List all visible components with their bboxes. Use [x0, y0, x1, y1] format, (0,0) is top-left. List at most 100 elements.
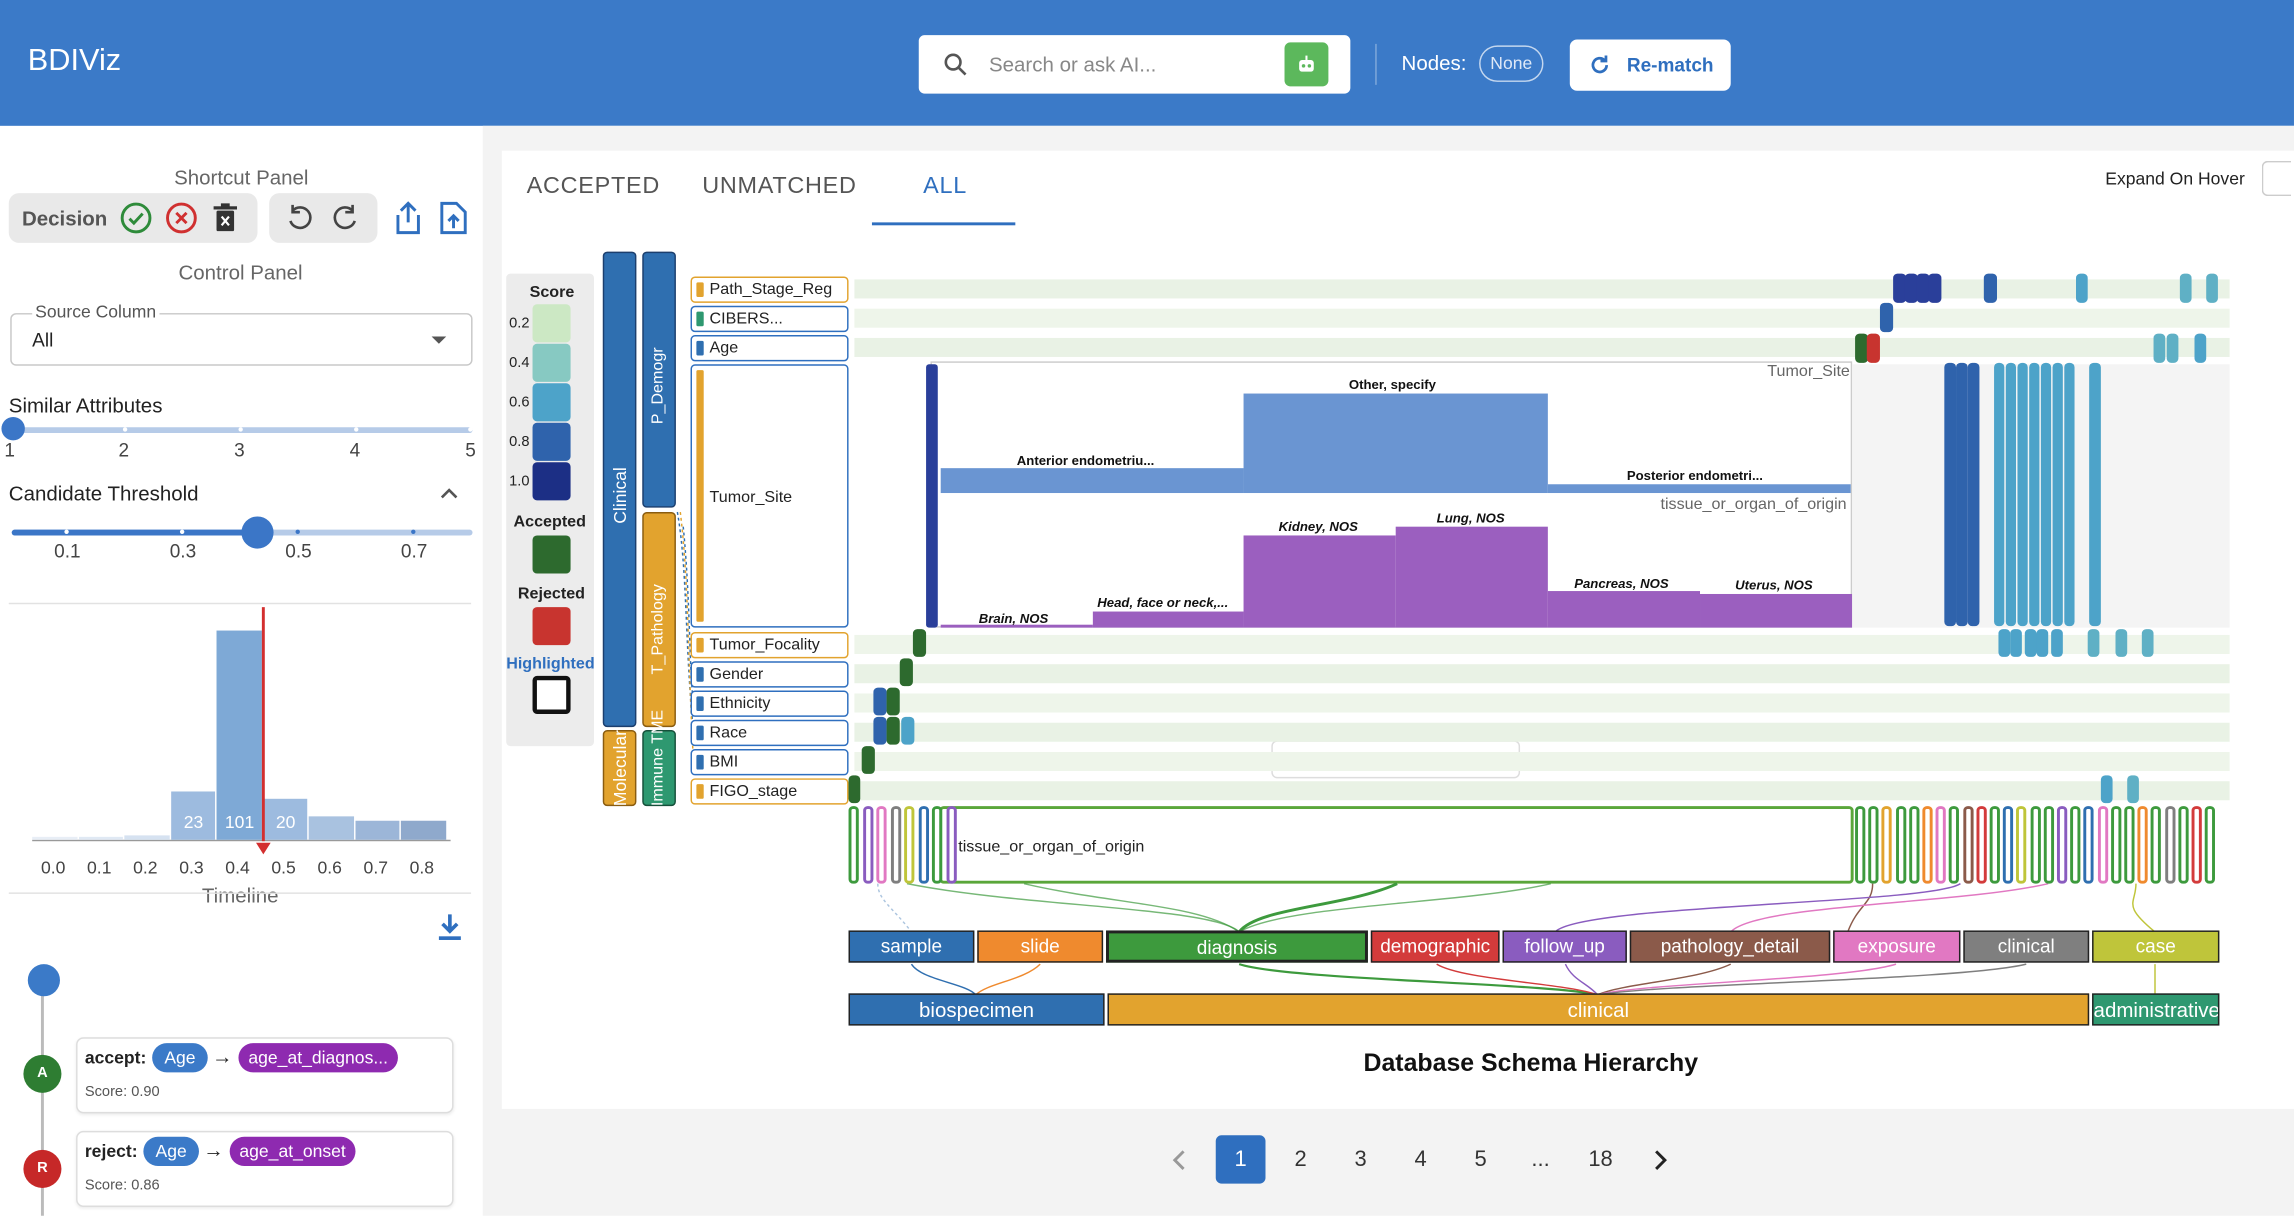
- super-category-clinical[interactable]: clinical: [1107, 993, 2090, 1026]
- histogram-bar[interactable]: [78, 836, 123, 840]
- expand-toggle[interactable]: [2261, 160, 2292, 197]
- target-column[interactable]: [2124, 806, 2135, 884]
- target-column[interactable]: [862, 806, 873, 884]
- source-row[interactable]: Gender: [690, 661, 849, 688]
- match-cell[interactable]: [2166, 333, 2179, 363]
- target-column[interactable]: [1922, 806, 1933, 884]
- next-page-icon[interactable]: [1652, 1150, 1670, 1170]
- timeline-card[interactable]: accept: Age → age_at_diagnos... Score: 0…: [76, 1037, 454, 1114]
- ai-assistant-button[interactable]: [1284, 42, 1329, 87]
- match-cell[interactable]: [899, 658, 913, 687]
- match-cell[interactable]: [2052, 362, 2063, 627]
- target-column[interactable]: [2164, 806, 2175, 884]
- match-cell[interactable]: [2206, 273, 2218, 303]
- target-column[interactable]: [2043, 806, 2054, 884]
- value-bar[interactable]: [1092, 611, 1244, 628]
- target-column[interactable]: [876, 806, 887, 884]
- target-column[interactable]: [2151, 806, 2162, 884]
- value-bar[interactable]: [1395, 526, 1548, 628]
- category-pathology-detail[interactable]: pathology_detail: [1629, 930, 1831, 963]
- target-column[interactable]: [2056, 806, 2068, 884]
- match-cell[interactable]: [848, 775, 861, 804]
- target-expanded-box[interactable]: tissue_or_organ_of_origin: [939, 806, 1854, 884]
- target-column[interactable]: [1868, 806, 1879, 884]
- match-cell[interactable]: [2179, 273, 2192, 303]
- page-button[interactable]: 5: [1456, 1135, 1506, 1183]
- undo-icon[interactable]: [285, 203, 314, 232]
- tab-all[interactable]: ALL: [923, 174, 967, 200]
- category-case[interactable]: case: [2092, 930, 2220, 963]
- match-cell[interactable]: [1998, 629, 2011, 657]
- match-cell[interactable]: [2017, 362, 2028, 627]
- match-cell[interactable]: [2100, 775, 2113, 804]
- match-cell[interactable]: [1956, 362, 1968, 627]
- match-cell[interactable]: [1994, 362, 2005, 627]
- target-column[interactable]: [1881, 806, 1893, 884]
- match-cell[interactable]: [2005, 362, 2017, 627]
- category-demographic[interactable]: demographic: [1370, 930, 1500, 963]
- group-p-demogr[interactable]: P_Demogr: [642, 251, 676, 508]
- super-category-administrative[interactable]: administrative: [2092, 993, 2220, 1026]
- match-cell[interactable]: [2089, 362, 2101, 627]
- match-cell[interactable]: [2127, 775, 2139, 804]
- target-column[interactable]: [1976, 806, 1987, 884]
- source-row[interactable]: BMI: [690, 749, 849, 776]
- match-cell[interactable]: [1928, 273, 1942, 303]
- match-cell[interactable]: [873, 687, 887, 716]
- reject-icon[interactable]: [165, 202, 197, 234]
- histogram-bar[interactable]: [216, 630, 262, 840]
- page-button-current[interactable]: 1: [1215, 1135, 1266, 1184]
- target-column[interactable]: [2205, 806, 2216, 884]
- source-row[interactable]: Path_Stage_Reg: [690, 276, 849, 303]
- match-cell[interactable]: [2087, 629, 2100, 657]
- source-row[interactable]: Age: [690, 335, 849, 362]
- source-row[interactable]: Race: [690, 719, 849, 747]
- match-cell[interactable]: [1944, 362, 1957, 627]
- target-column[interactable]: [1895, 806, 1906, 884]
- page-button[interactable]: 4: [1396, 1135, 1446, 1183]
- accept-icon[interactable]: [120, 202, 152, 234]
- target-column[interactable]: [2070, 806, 2081, 884]
- match-cell[interactable]: [1879, 302, 1894, 333]
- match-cell[interactable]: [2141, 629, 2154, 657]
- download-icon[interactable]: [437, 913, 462, 942]
- rematch-button[interactable]: Re-match: [1569, 39, 1731, 91]
- source-row[interactable]: Tumor_Site: [690, 364, 849, 628]
- value-bar[interactable]: [1243, 535, 1396, 628]
- histogram-bar[interactable]: [308, 816, 354, 840]
- import-file-icon[interactable]: [437, 200, 469, 235]
- source-row[interactable]: CIBERS...: [690, 305, 849, 333]
- match-cell[interactable]: [1967, 362, 1980, 627]
- category-sample[interactable]: sample: [848, 930, 975, 963]
- source-row[interactable]: FIGO_stage: [690, 778, 849, 805]
- target-column[interactable]: [918, 806, 929, 884]
- search-box[interactable]: [918, 35, 1351, 94]
- target-column[interactable]: [2016, 806, 2027, 884]
- match-cell[interactable]: [2010, 629, 2022, 657]
- match-cell[interactable]: [2040, 362, 2052, 627]
- source-row[interactable]: Ethnicity: [690, 690, 849, 717]
- match-cell[interactable]: [886, 687, 900, 716]
- redo-icon[interactable]: [331, 203, 360, 232]
- value-bar[interactable]: [1547, 484, 1851, 494]
- target-column[interactable]: [1989, 806, 2000, 884]
- target-column[interactable]: [2003, 806, 2014, 884]
- page-button[interactable]: 2: [1276, 1135, 1326, 1183]
- target-column[interactable]: [2083, 806, 2095, 884]
- nodes-chip[interactable]: None: [1479, 45, 1544, 82]
- category-exposure[interactable]: exposure: [1833, 930, 1961, 963]
- category-diagnosis[interactable]: diagnosis: [1106, 930, 1368, 963]
- group-molecular[interactable]: Molecular: [602, 730, 637, 807]
- target-column[interactable]: [2178, 806, 2189, 884]
- target-column[interactable]: [2110, 806, 2122, 884]
- match-cell[interactable]: [1983, 273, 1997, 303]
- target-column[interactable]: [1962, 806, 1973, 884]
- tab-accepted[interactable]: ACCEPTED: [527, 174, 660, 200]
- value-bar[interactable]: [1547, 591, 1701, 628]
- super-category-biospecimen[interactable]: biospecimen: [848, 993, 1105, 1026]
- category-slide[interactable]: slide: [977, 930, 1104, 963]
- match-cell[interactable]: [2075, 273, 2088, 303]
- target-column[interactable]: [2097, 806, 2108, 884]
- match-cell[interactable]: [2194, 333, 2207, 363]
- value-bar[interactable]: [1700, 593, 1853, 628]
